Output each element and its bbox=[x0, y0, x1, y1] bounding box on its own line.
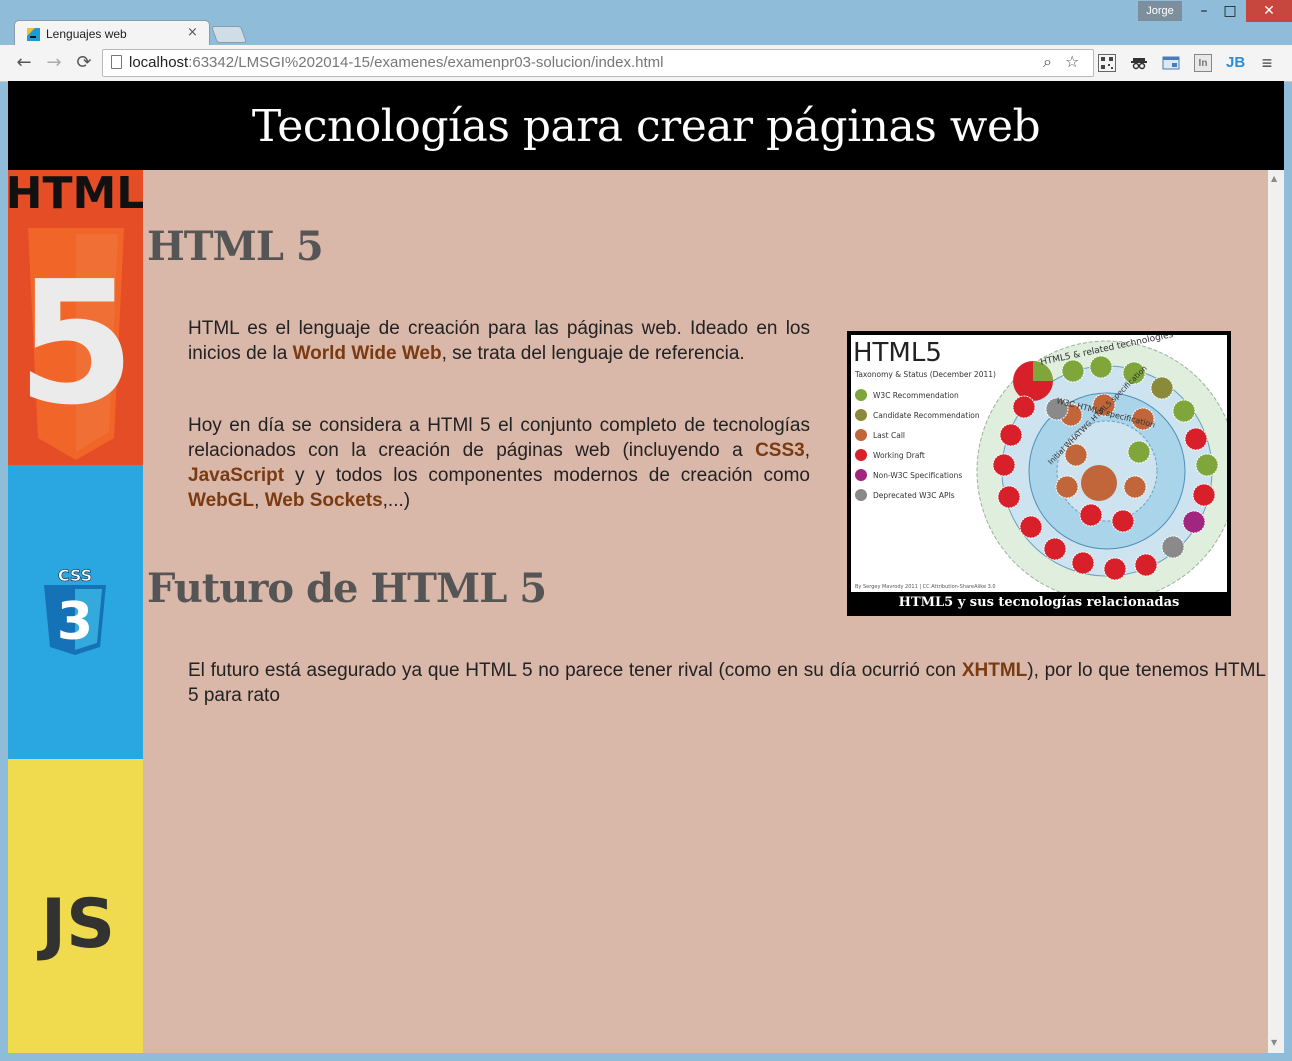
technology-bubble bbox=[997, 485, 1021, 509]
legend-marker bbox=[855, 469, 867, 481]
link-world-wide-web[interactable]: World Wide Web bbox=[293, 343, 442, 364]
forward-button[interactable]: → bbox=[42, 51, 66, 75]
figure-caption: HTML5 y sus tecnologías relacionadas bbox=[898, 595, 1180, 610]
back-button[interactable]: ← bbox=[12, 51, 36, 75]
legend-marker bbox=[855, 489, 867, 501]
paragraph-html-technologies: Hoy en día se considera a HTMl 5 el conj… bbox=[188, 415, 810, 511]
html5-logo-icon: HTML 5 bbox=[8, 168, 144, 465]
linkedin-extension-icon[interactable]: In bbox=[1194, 54, 1212, 72]
technology-bubble bbox=[1134, 553, 1158, 577]
technology-bubble bbox=[1184, 427, 1208, 451]
page-icon bbox=[111, 55, 122, 69]
html5-figure: HTML5 Taxonomy & Status (December 2011) … bbox=[847, 331, 1231, 616]
svg-text:3: 3 bbox=[57, 592, 93, 652]
tab-title: Lenguajes web bbox=[46, 27, 127, 41]
sidebar: HTML 5 CSS 3 JS bbox=[8, 168, 144, 1053]
legend-label: Candidate Recommendation bbox=[873, 411, 980, 420]
legend-marker bbox=[855, 409, 867, 421]
legend-label: W3C Recommendation bbox=[873, 391, 959, 400]
tab-close-icon[interactable]: × bbox=[187, 25, 198, 40]
legend-marker bbox=[855, 449, 867, 461]
technology-bubble bbox=[1127, 440, 1151, 464]
link-xhtml[interactable]: XHTML bbox=[962, 660, 1027, 681]
link-css3[interactable]: CSS3 bbox=[755, 440, 805, 461]
heading-html5: HTML 5 bbox=[147, 223, 324, 270]
link-web-sockets[interactable]: Web Sockets bbox=[265, 490, 383, 511]
technology-bubble bbox=[1111, 509, 1135, 533]
search-icon[interactable]: ⌕ bbox=[1043, 52, 1052, 72]
technology-bubble bbox=[1071, 551, 1095, 575]
qr-code-extension-icon[interactable] bbox=[1098, 54, 1116, 72]
jetbrains-extension-icon[interactable]: JB bbox=[1226, 54, 1245, 72]
technology-bubble bbox=[1192, 483, 1216, 507]
technology-bubble bbox=[1195, 453, 1219, 477]
technology-bubble bbox=[1089, 355, 1113, 379]
technology-bubble bbox=[1172, 399, 1196, 423]
link-webgl[interactable]: WebGL bbox=[188, 490, 254, 511]
window-titlebar: Jorge – □ ✕ Lenguajes web × bbox=[0, 0, 1292, 47]
link-javascript[interactable]: JavaScript bbox=[188, 465, 284, 486]
address-bar[interactable]: localhost:63342/LMSGI%202014-15/examenes… bbox=[102, 49, 1094, 77]
paragraph-html-intro: HTML es el lenguaje de creación para las… bbox=[188, 318, 810, 364]
vertical-scrollbar[interactable]: ▲ ▼ bbox=[1268, 170, 1284, 1053]
svg-text:By Sergey Mavrody 2011 | CC At: By Sergey Mavrody 2011 | CC Attribution-… bbox=[855, 584, 996, 590]
maximize-button[interactable]: □ bbox=[1216, 0, 1244, 22]
technology-bubble bbox=[1161, 535, 1185, 559]
technology-bubble bbox=[999, 423, 1023, 447]
svg-text:JS: JS bbox=[37, 885, 115, 964]
page-viewport: Tecnologías para crear páginas web HTML … bbox=[8, 81, 1284, 1053]
bookmark-star-icon[interactable]: ☆ bbox=[1065, 52, 1079, 71]
technology-bubble bbox=[1150, 376, 1174, 400]
svg-text:HTML5: HTML5 bbox=[853, 338, 942, 368]
incognito-extension-icon[interactable] bbox=[1130, 54, 1148, 72]
legend-label: Last Call bbox=[873, 431, 905, 440]
profile-button[interactable]: Jorge bbox=[1138, 1, 1182, 21]
scroll-down-icon[interactable]: ▼ bbox=[1271, 1038, 1277, 1047]
heading-futuro-html5: Futuro de HTML 5 bbox=[147, 565, 547, 612]
url-text: localhost:63342/LMSGI%202014-15/examenes… bbox=[129, 54, 664, 71]
reload-button[interactable]: ⟳ bbox=[72, 51, 96, 75]
page-header: Tecnologías para crear páginas web bbox=[8, 81, 1284, 170]
new-tab-button[interactable] bbox=[210, 26, 248, 43]
technology-bubble bbox=[1079, 503, 1103, 527]
js-logo-icon: JS bbox=[37, 885, 115, 964]
scroll-up-icon[interactable]: ▲ bbox=[1271, 174, 1277, 183]
svg-text:CSS: CSS bbox=[58, 566, 92, 585]
technology-bubble bbox=[1061, 359, 1085, 383]
browser-tab[interactable]: Lenguajes web × bbox=[14, 20, 210, 47]
technology-bubble bbox=[1012, 395, 1036, 419]
javascript-logo-panel: JS bbox=[8, 759, 143, 1053]
webstorm-favicon-icon bbox=[27, 28, 40, 41]
svg-text:Taxonomy & Status (December 20: Taxonomy & Status (December 2011) bbox=[854, 370, 996, 379]
technology-bubble bbox=[1055, 475, 1079, 499]
technology-bubble bbox=[1182, 510, 1206, 534]
legend-marker bbox=[855, 389, 867, 401]
html5-logo-panel: HTML 5 bbox=[8, 168, 144, 465]
css3-logo-icon: CSS 3 bbox=[44, 566, 106, 655]
page-title: Tecnologías para crear páginas web bbox=[251, 101, 1041, 152]
technology-bubble bbox=[1019, 515, 1043, 539]
css3-logo-panel: CSS 3 bbox=[8, 465, 143, 759]
svg-text:HTML: HTML bbox=[8, 170, 143, 219]
technology-bubble bbox=[1123, 475, 1147, 499]
menu-icon[interactable]: ≡ bbox=[1258, 54, 1276, 72]
technology-bubble bbox=[992, 453, 1016, 477]
legend-label: Deprecated W3C APIs bbox=[873, 491, 955, 500]
legend-marker bbox=[855, 429, 867, 441]
legend-label: Non-W3C Specifications bbox=[873, 471, 962, 480]
svg-text:5: 5 bbox=[17, 245, 135, 443]
window-resizer-extension-icon[interactable] bbox=[1162, 54, 1180, 72]
close-window-button[interactable]: ✕ bbox=[1246, 0, 1292, 22]
browser-toolbar: ← → ⟳ localhost:63342/LMSGI%202014-15/ex… bbox=[0, 45, 1292, 82]
html5-taxonomy-image: HTML5 Taxonomy & Status (December 2011) … bbox=[851, 335, 1227, 592]
paragraph-futuro: El futuro está asegurado ya que HTML 5 n… bbox=[188, 660, 1266, 706]
technology-bubble bbox=[1103, 557, 1127, 581]
minimize-button[interactable]: – bbox=[1190, 0, 1218, 22]
legend-label: Working Draft bbox=[873, 451, 925, 460]
technology-bubble bbox=[1043, 537, 1067, 561]
